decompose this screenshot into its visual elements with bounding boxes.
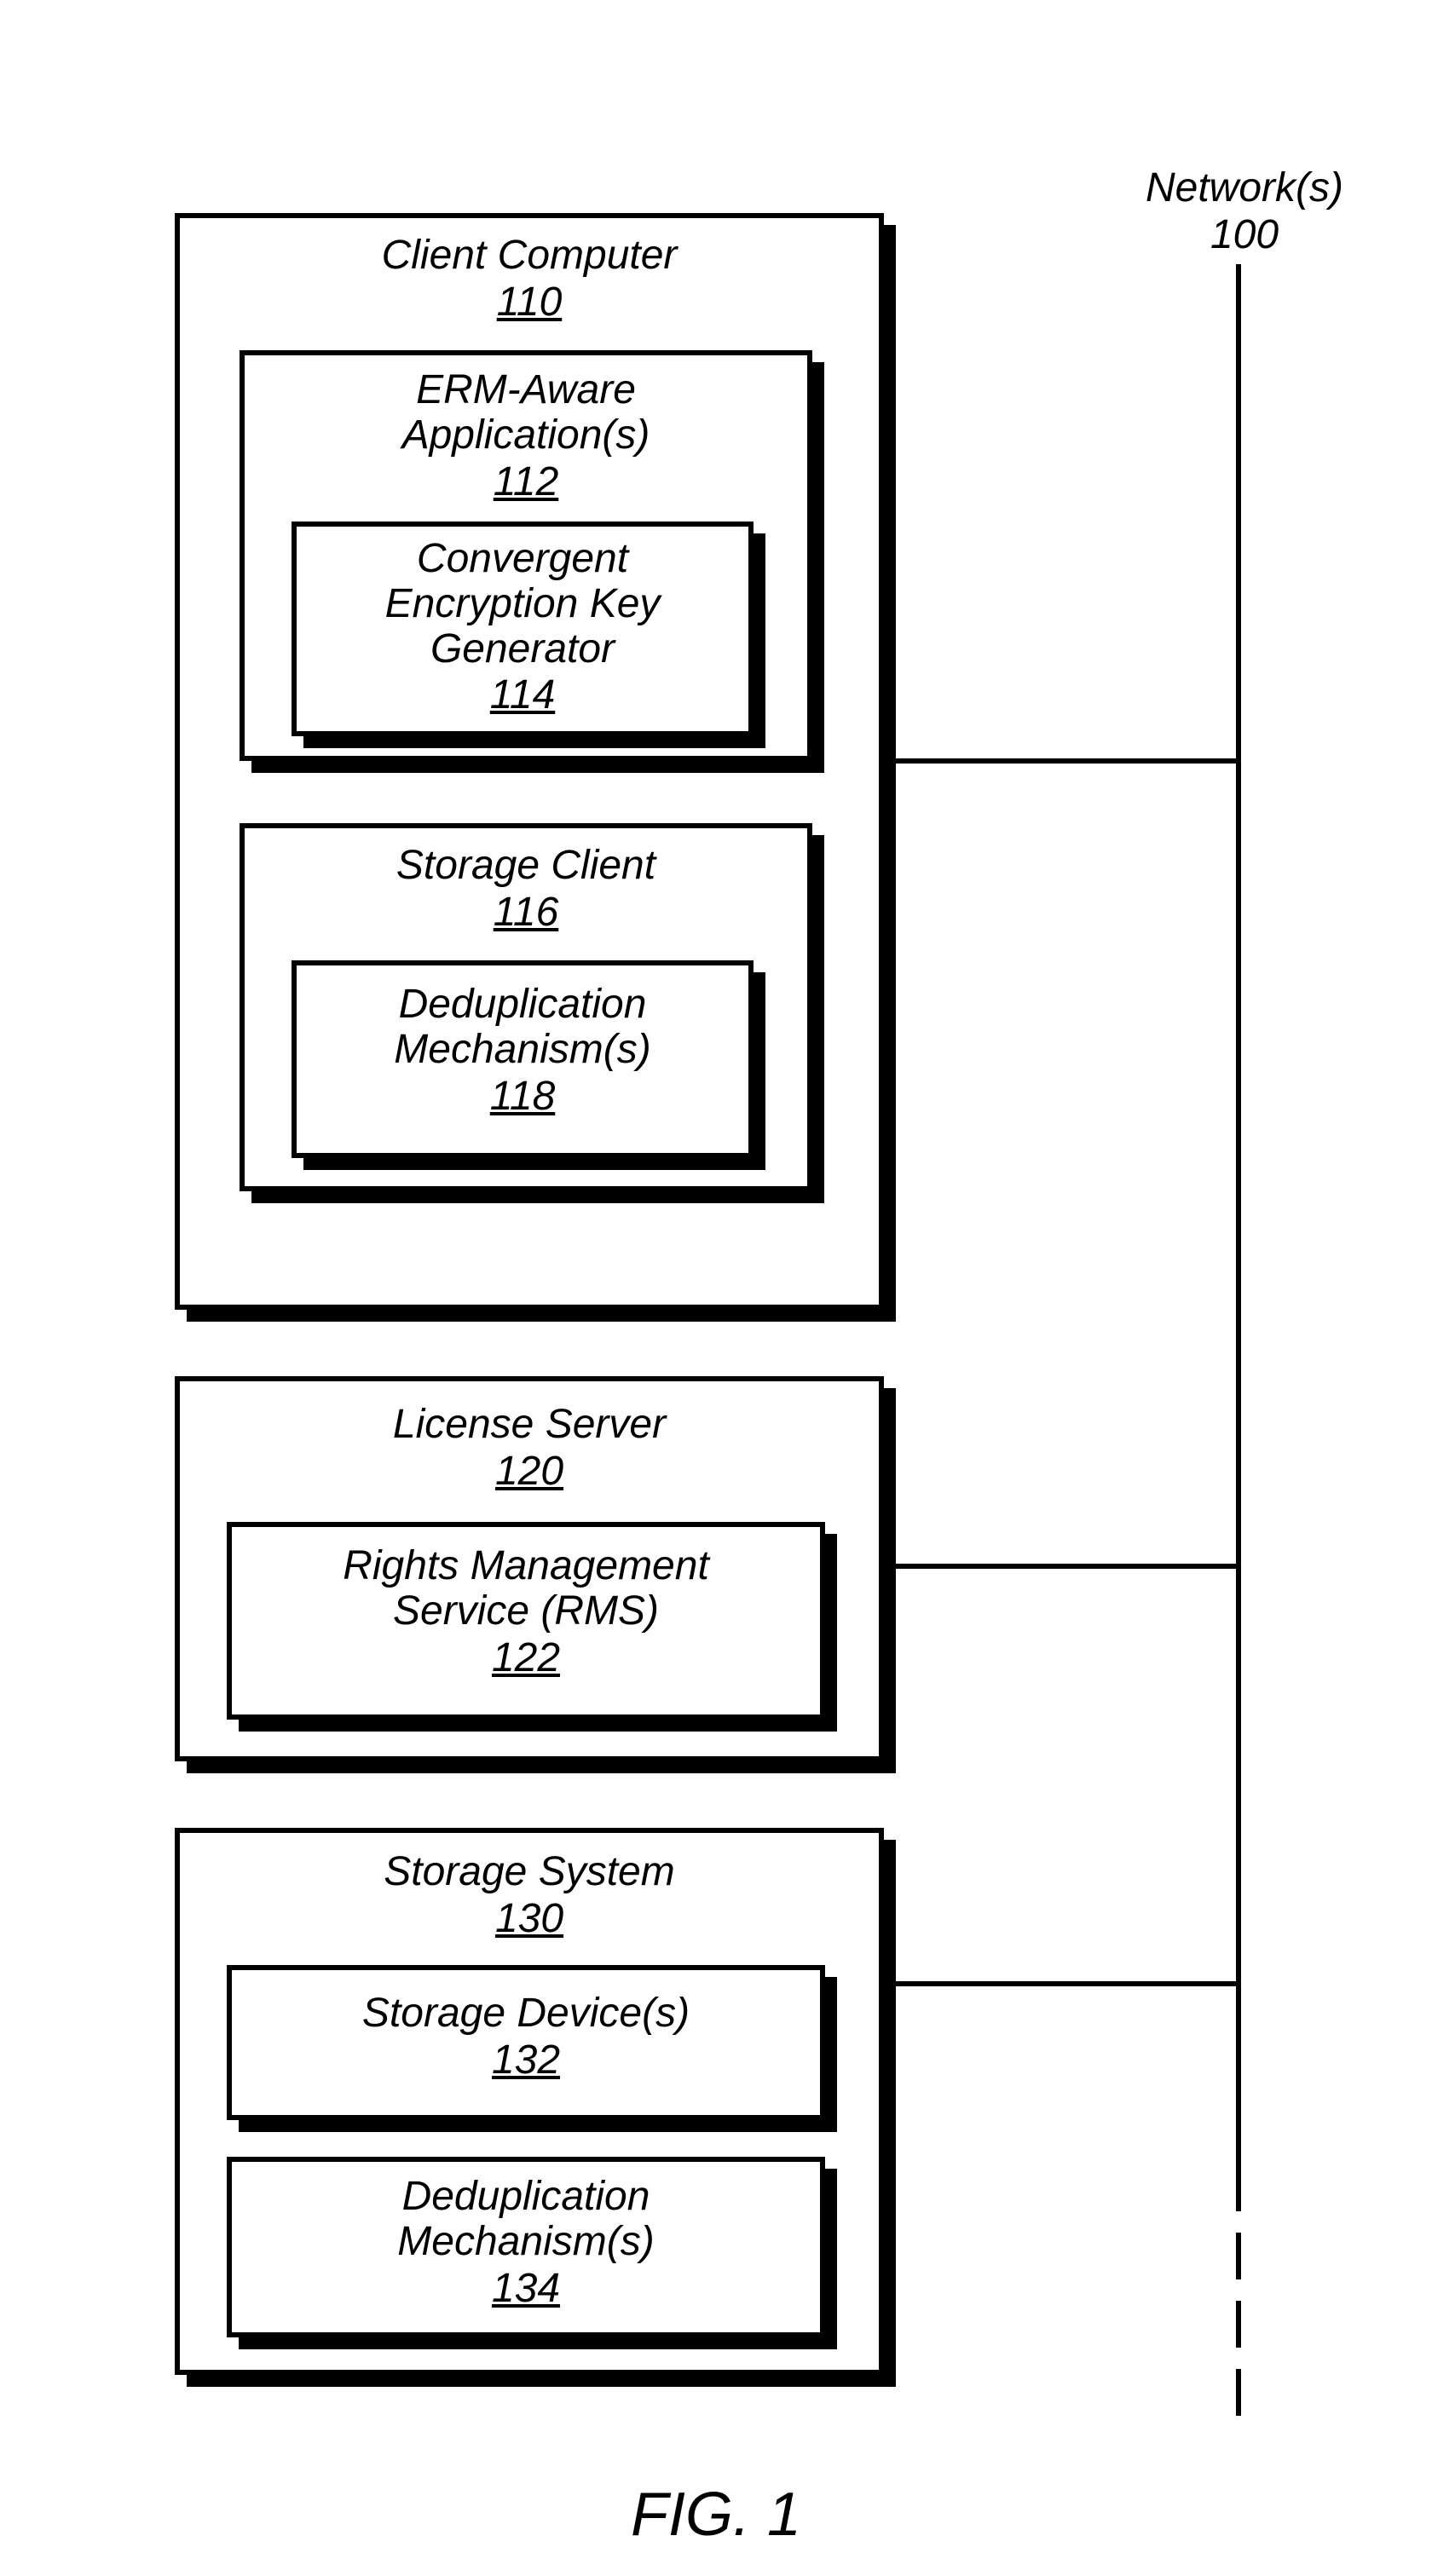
sc-dedup-l1: Deduplication [297,983,748,1028]
rms-num: 122 [232,1634,820,1681]
keygen-label: Convergent Encryption Key Generator 114 [297,537,748,718]
license-server-box: License Server 120 Rights Management Ser… [175,1376,884,1761]
erm-num: 112 [245,458,807,505]
client-title: Client Computer [180,233,879,279]
erm-label: ERM-Aware Application(s) 112 [245,368,807,505]
ss-dedup-num: 134 [232,2265,820,2312]
sc-dedup-label: Deduplication Mechanism(s) 118 [297,983,748,1120]
network-vline-dash-2 [1236,2301,1241,2348]
rms-label: Rights Management Service (RMS) 122 [232,1544,820,1681]
client-computer-box: Client Computer 110 ERM-Aware Applicatio… [175,213,884,1310]
storage-devices-box: Storage Device(s) 132 [227,1965,825,2120]
keygen-l3: Generator [297,627,748,672]
ss-title: Storage System [180,1850,879,1895]
network-vline-dash-1 [1236,2233,1241,2279]
client-num: 110 [180,279,879,326]
license-title: License Server [180,1403,879,1448]
storage-client-box: Storage Client 116 Deduplication Mechani… [240,823,812,1191]
license-label: License Server 120 [180,1403,879,1495]
sc-dedup-l2: Mechanism(s) [297,1028,748,1073]
connector-storage [890,1981,1241,1986]
network-label: Network(s) 100 [1117,166,1372,258]
sc-title: Storage Client [245,844,807,889]
ss-dedup-box: Deduplication Mechanism(s) 134 [227,2157,825,2337]
network-num: 100 [1117,211,1372,258]
network-title: Network(s) [1117,166,1372,211]
erm-aware-box: ERM-Aware Application(s) 112 Convergent … [240,350,812,761]
keygen-l1: Convergent [297,537,748,582]
connector-client [890,758,1241,764]
sc-dedup-box: Deduplication Mechanism(s) 118 [292,960,754,1158]
network-vline-dash-3 [1236,2369,1241,2416]
sc-dedup-num: 118 [297,1073,748,1120]
ss-num: 130 [180,1895,879,1942]
network-vline-solid [1236,264,1241,2211]
erm-title1: ERM-Aware [245,368,807,413]
storage-system-box: Storage System 130 Storage Device(s) 132… [175,1828,884,2375]
rms-l1: Rights Management [232,1544,820,1589]
sd-l1: Storage Device(s) [232,1991,820,2037]
storage-system-label: Storage System 130 [180,1850,879,1942]
client-computer-label: Client Computer 110 [180,233,879,326]
rms-box: Rights Management Service (RMS) 122 [227,1522,825,1720]
figure-caption: FIG. 1 [0,2480,1432,2550]
storage-devices-label: Storage Device(s) 132 [232,1991,820,2083]
connector-license [890,1564,1241,1569]
storage-client-label: Storage Client 116 [245,844,807,936]
rms-l2: Service (RMS) [232,1589,820,1634]
keygen-l2: Encryption Key [297,582,748,627]
keygen-box: Convergent Encryption Key Generator 114 [292,522,754,736]
license-num: 120 [180,1448,879,1495]
diagram-canvas: Network(s) 100 Client Computer 110 ERM-A… [0,0,1432,2576]
sd-num: 132 [232,2037,820,2083]
ss-dedup-label: Deduplication Mechanism(s) 134 [232,2175,820,2312]
ss-dedup-l1: Deduplication [232,2175,820,2220]
ss-dedup-l2: Mechanism(s) [232,2220,820,2265]
keygen-num: 114 [297,671,748,718]
sc-num: 116 [245,889,807,936]
erm-title2: Application(s) [245,413,807,458]
